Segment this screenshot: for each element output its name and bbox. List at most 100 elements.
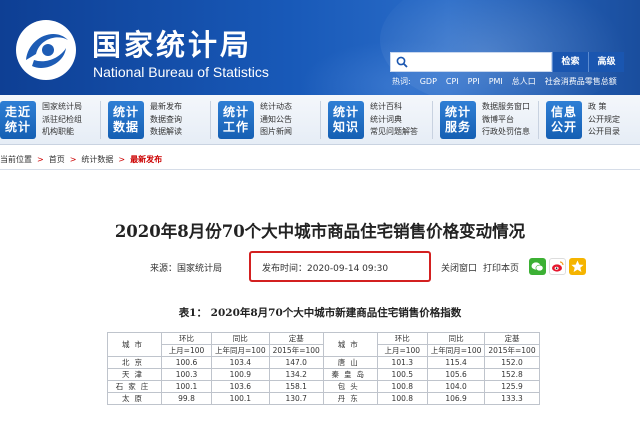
base-value: 147.0 <box>268 356 324 369</box>
nav-link[interactable]: 统计词典 <box>370 114 418 127</box>
hot-word-cpi[interactable]: CPI <box>446 77 459 86</box>
breadcrumb-stats[interactable]: 统计数据 <box>81 155 113 164</box>
mom-value: 100.8 <box>376 392 428 405</box>
yoy-value: 105.6 <box>426 368 486 381</box>
yoy-value: 106.9 <box>426 392 486 405</box>
main-nav: 走近 统计 国家统计局 派驻纪检组 机构职能 统计 数据 最新发布 数据查询 数据解读 统计… <box>0 95 640 145</box>
base-value: 152.0 <box>484 356 540 369</box>
subheader-yoy: 上年同月=100 <box>426 344 486 357</box>
header-city: 城市 <box>322 332 378 357</box>
subheader-mom: 上月=100 <box>161 344 212 357</box>
print-link[interactable]: 打印本页 <box>483 261 519 274</box>
yoy-value: 100.9 <box>211 368 270 381</box>
city-name: 唐山 <box>322 356 378 369</box>
breadcrumb-current[interactable]: 最新发布 <box>130 155 162 164</box>
table-row: 石家庄 100.1 103.6 158.1 包头 100.8 104.0 125… <box>107 380 540 393</box>
wechat-share-icon[interactable] <box>529 258 546 275</box>
article-source: 来源：国家统计局 <box>150 264 223 274</box>
hot-word-ppi[interactable]: PPI <box>468 77 480 86</box>
breadcrumb: 当前位置 > 首页 > 统计数据 > 最新发布 <box>0 150 640 170</box>
nav-link[interactable]: 统计动态 <box>260 101 292 114</box>
nav-link[interactable]: 图片新闻 <box>260 126 292 139</box>
base-value: 134.2 <box>268 368 324 381</box>
nbs-logo-icon[interactable] <box>14 18 78 82</box>
city-name: 天津 <box>107 368 162 381</box>
city-name: 丹东 <box>322 392 378 405</box>
base-value: 125.9 <box>484 380 540 393</box>
nav-tile-service[interactable]: 统计 服务 <box>440 101 476 139</box>
yoy-value: 115.4 <box>426 356 486 369</box>
publish-time: 发布时间：2020-09-14 09:30 <box>262 264 389 274</box>
nav-link[interactable]: 数据解读 <box>150 126 182 139</box>
subheader-yoy: 上年同月=100 <box>211 344 270 357</box>
nav-link[interactable]: 派驻纪检组 <box>42 114 82 127</box>
nav-tile-work[interactable]: 统计 工作 <box>218 101 254 139</box>
search-input[interactable] <box>390 52 552 72</box>
hot-label: 热词: <box>392 77 411 86</box>
nav-link[interactable]: 国家统计局 <box>42 101 82 114</box>
close-window-link[interactable]: 关闭窗口 <box>441 261 477 274</box>
mom-value: 100.1 <box>161 380 212 393</box>
subheader-base: 2015年=100 <box>268 344 324 357</box>
nav-tile-knowledge[interactable]: 统计 知识 <box>328 101 364 139</box>
favorite-star-icon[interactable] <box>569 258 586 275</box>
header-mom: 环比 <box>376 332 428 345</box>
site-header: 国家统计局 National Bureau of Statistics 检索 高… <box>0 0 640 95</box>
hot-word-gdp[interactable]: GDP <box>420 77 437 86</box>
header-city: 城市 <box>107 332 162 357</box>
base-value: 152.8 <box>484 368 540 381</box>
nav-link[interactable]: 最新发布 <box>150 101 182 114</box>
mom-value: 100.6 <box>161 356 212 369</box>
nav-link[interactable]: 机构职能 <box>42 126 82 139</box>
nav-link[interactable]: 公开目录 <box>588 126 620 139</box>
site-title-cn[interactable]: 国家统计局 <box>92 22 252 64</box>
nav-link[interactable]: 数据服务窗口 <box>482 101 530 114</box>
nav-tile-disclosure[interactable]: 信息 公开 <box>546 101 582 139</box>
nav-link[interactable]: 政 策 <box>588 101 620 114</box>
breadcrumb-position: 当前位置 <box>0 155 32 164</box>
yoy-value: 103.4 <box>211 356 270 369</box>
search-icon <box>396 56 408 68</box>
city-name: 太原 <box>107 392 162 405</box>
yoy-value: 100.1 <box>211 392 270 405</box>
city-name: 北京 <box>107 356 162 369</box>
search-button[interactable]: 检索 <box>552 52 588 72</box>
mom-value: 99.8 <box>161 392 212 405</box>
yoy-value: 104.0 <box>426 380 486 393</box>
table-row: 天津 100.3 100.9 134.2 秦皇岛 100.5 105.6 152… <box>107 368 540 381</box>
table-row: 太原 99.8 100.1 130.7 丹东 100.8 106.9 133.3 <box>107 392 540 405</box>
nav-tile-about[interactable]: 走近 统计 <box>0 101 36 139</box>
mom-value: 101.3 <box>376 356 428 369</box>
mom-value: 100.5 <box>376 368 428 381</box>
mom-value: 100.3 <box>161 368 212 381</box>
price-index-table: 城市 环比 同比 定基 城市 环比 同比 定基 上月=100 上年同月=100 … <box>107 332 540 405</box>
advanced-search-button[interactable]: 高级 <box>588 52 624 72</box>
article-title: 2020年8月份70个大中城市商品住宅销售价格变动情况 <box>114 222 526 241</box>
nav-link[interactable]: 常见问题解答 <box>370 126 418 139</box>
header-mom: 环比 <box>161 332 212 345</box>
nav-link[interactable]: 通知公告 <box>260 114 292 127</box>
base-value: 133.3 <box>484 392 540 405</box>
header-base: 定基 <box>268 332 324 345</box>
table-row: 北京 100.6 103.4 147.0 唐山 101.3 115.4 152.… <box>107 356 540 369</box>
yoy-value: 103.6 <box>211 380 270 393</box>
city-name: 包头 <box>322 380 378 393</box>
nav-link[interactable]: 行政处罚信息 <box>482 126 530 139</box>
nav-link[interactable]: 统计百科 <box>370 101 418 114</box>
nav-link[interactable]: 微博平台 <box>482 114 530 127</box>
hot-words: 热词: GDP CPI PPI PMI 总人口 社会消费品零售总额 <box>392 76 626 87</box>
page: 国家统计局 National Bureau of Statistics 检索 高… <box>0 0 640 430</box>
subheader-mom: 上月=100 <box>376 344 428 357</box>
table-header-row: 城市 环比 同比 定基 城市 环比 同比 定基 <box>107 332 540 357</box>
mom-value: 100.8 <box>376 380 428 393</box>
nav-link[interactable]: 公开规定 <box>588 114 620 127</box>
breadcrumb-home[interactable]: 首页 <box>49 155 65 164</box>
hot-word-pmi[interactable]: PMI <box>489 77 503 86</box>
nav-tile-data[interactable]: 统计 数据 <box>108 101 144 139</box>
nav-link[interactable]: 数据查询 <box>150 114 182 127</box>
hot-word-population[interactable]: 总人口 <box>512 77 536 86</box>
hot-word-retail[interactable]: 社会消费品零售总额 <box>545 77 617 86</box>
weibo-share-icon[interactable] <box>549 258 566 275</box>
table-title: 表1： 2020年8月70个大中城市新建商品住宅销售价格指数 <box>178 307 462 319</box>
city-name: 石家庄 <box>107 380 162 393</box>
